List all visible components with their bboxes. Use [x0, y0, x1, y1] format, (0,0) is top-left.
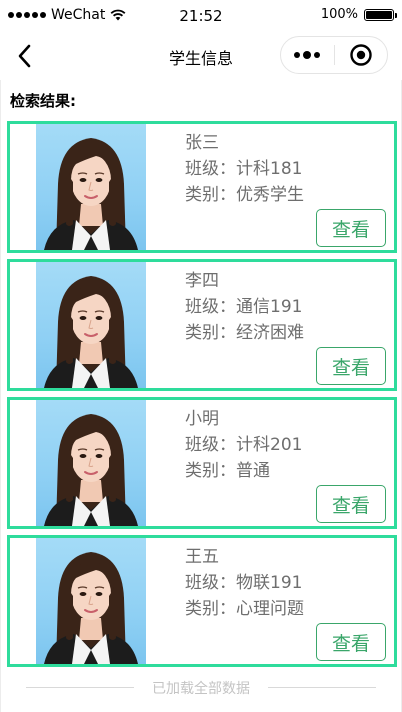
- mini-program-capsule: [280, 36, 388, 74]
- results-heading: 检索结果:: [10, 92, 76, 110]
- view-button[interactable]: 查看: [316, 485, 386, 523]
- target-circle-icon: [350, 44, 372, 66]
- student-name: 王五: [185, 547, 219, 567]
- nav-bar: 学生信息: [0, 32, 402, 80]
- student-info: 王五 班级：物联191 类别：心理问题: [185, 544, 304, 622]
- student-card: 李四 班级：通信191 类别：经济困难 查看: [7, 259, 397, 391]
- view-button[interactable]: 查看: [316, 347, 386, 385]
- student-card: 小明 班级：计科201 类别：普通 查看: [7, 397, 397, 529]
- portrait-image: [44, 138, 138, 250]
- student-class: 班级：物联191: [185, 573, 303, 593]
- more-dots-icon: [294, 51, 321, 59]
- student-info: 张三 班级：计科181 类别：优秀学生: [185, 130, 304, 208]
- close-mini-program-button[interactable]: [335, 37, 388, 73]
- student-name: 李四: [185, 271, 219, 291]
- loaded-all-label: 已加载全部数据: [144, 681, 258, 697]
- student-type: 类别：普通: [185, 461, 270, 481]
- footer: 已加载全部数据: [0, 675, 402, 699]
- student-photo: [36, 262, 146, 388]
- student-class: 班级：计科201: [185, 435, 303, 455]
- student-name: 小明: [185, 409, 219, 429]
- view-button[interactable]: 查看: [316, 623, 386, 661]
- student-photo: [36, 124, 146, 250]
- student-class: 班级：通信191: [185, 297, 303, 317]
- student-type: 类别：优秀学生: [185, 185, 304, 205]
- more-button[interactable]: [281, 37, 334, 73]
- student-card: 张三 班级：计科181 类别：优秀学生 查看: [7, 121, 397, 253]
- portrait-image: [44, 276, 138, 388]
- battery-icon: [364, 8, 397, 21]
- student-photo: [36, 400, 146, 526]
- status-bar: WeChat 21:52 100%: [0, 0, 402, 32]
- student-class: 班级：计科181: [185, 159, 303, 179]
- student-card: 王五 班级：物联191 类别：心理问题 查看: [7, 535, 397, 667]
- left-edge-line: [0, 0, 1, 712]
- portrait-image: [44, 414, 138, 526]
- view-button[interactable]: 查看: [316, 209, 386, 247]
- battery-percent: 100%: [320, 7, 358, 22]
- status-right: 100%: [320, 7, 397, 22]
- student-type: 类别：经济困难: [185, 323, 304, 343]
- footer-text: 已加载全部数据: [0, 678, 402, 698]
- student-photo: [36, 538, 146, 664]
- student-type: 类别：心理问题: [185, 599, 304, 619]
- portrait-image: [44, 552, 138, 664]
- student-info: 李四 班级：通信191 类别：经济困难: [185, 268, 304, 346]
- student-info: 小明 班级：计科201 类别：普通: [185, 406, 302, 484]
- student-name: 张三: [185, 133, 219, 153]
